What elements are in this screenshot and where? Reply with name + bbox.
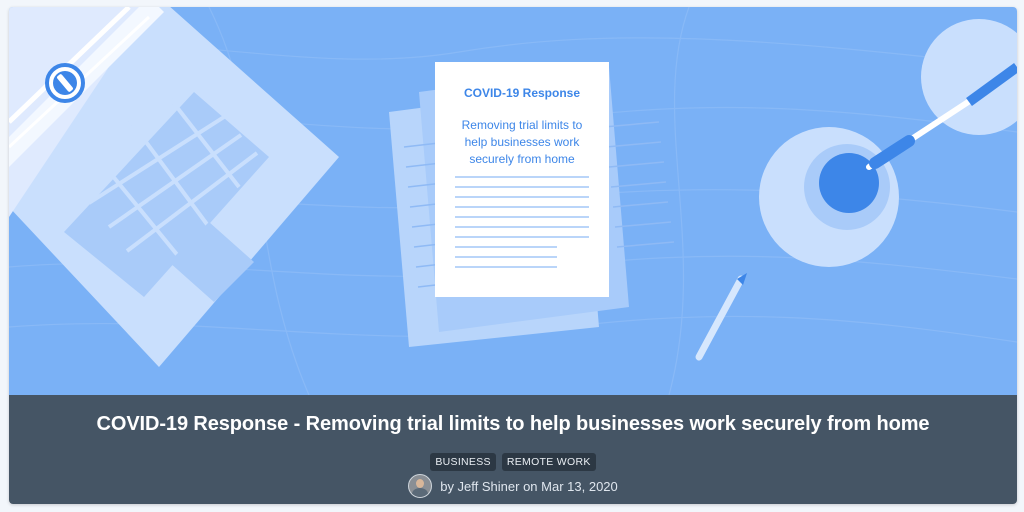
post-title[interactable]: COVID-19 Response - Removing trial limit…: [9, 413, 1017, 436]
document-line: securely from home: [469, 152, 575, 166]
document-line: help businesses work: [464, 135, 580, 149]
avatar-head: [416, 479, 425, 488]
tag-list: BUSINESS REMOTE WORK: [9, 453, 1017, 471]
post-caption: COVID-19 Response - Removing trial limit…: [9, 395, 1017, 504]
tag-remote-work[interactable]: REMOTE WORK: [501, 453, 596, 471]
blog-post-card[interactable]: COVID-19 Response Removing trial limits …: [9, 7, 1017, 504]
author-date-text: by Jeff Shiner on Mar 13, 2020: [440, 478, 618, 494]
document-heading: COVID-19 Response: [463, 86, 581, 100]
document-line: Removing trial limits to: [461, 118, 583, 132]
avatar-body: [412, 488, 429, 497]
document-subheading: Removing trial limits to help businesses…: [435, 117, 609, 168]
tag-business[interactable]: BUSINESS: [430, 453, 496, 471]
hero-illustration[interactable]: COVID-19 Response Removing trial limits …: [9, 7, 1017, 395]
author-avatar[interactable]: [408, 474, 433, 498]
byline: by Jeff Shiner on Mar 13, 2020: [9, 474, 1017, 498]
